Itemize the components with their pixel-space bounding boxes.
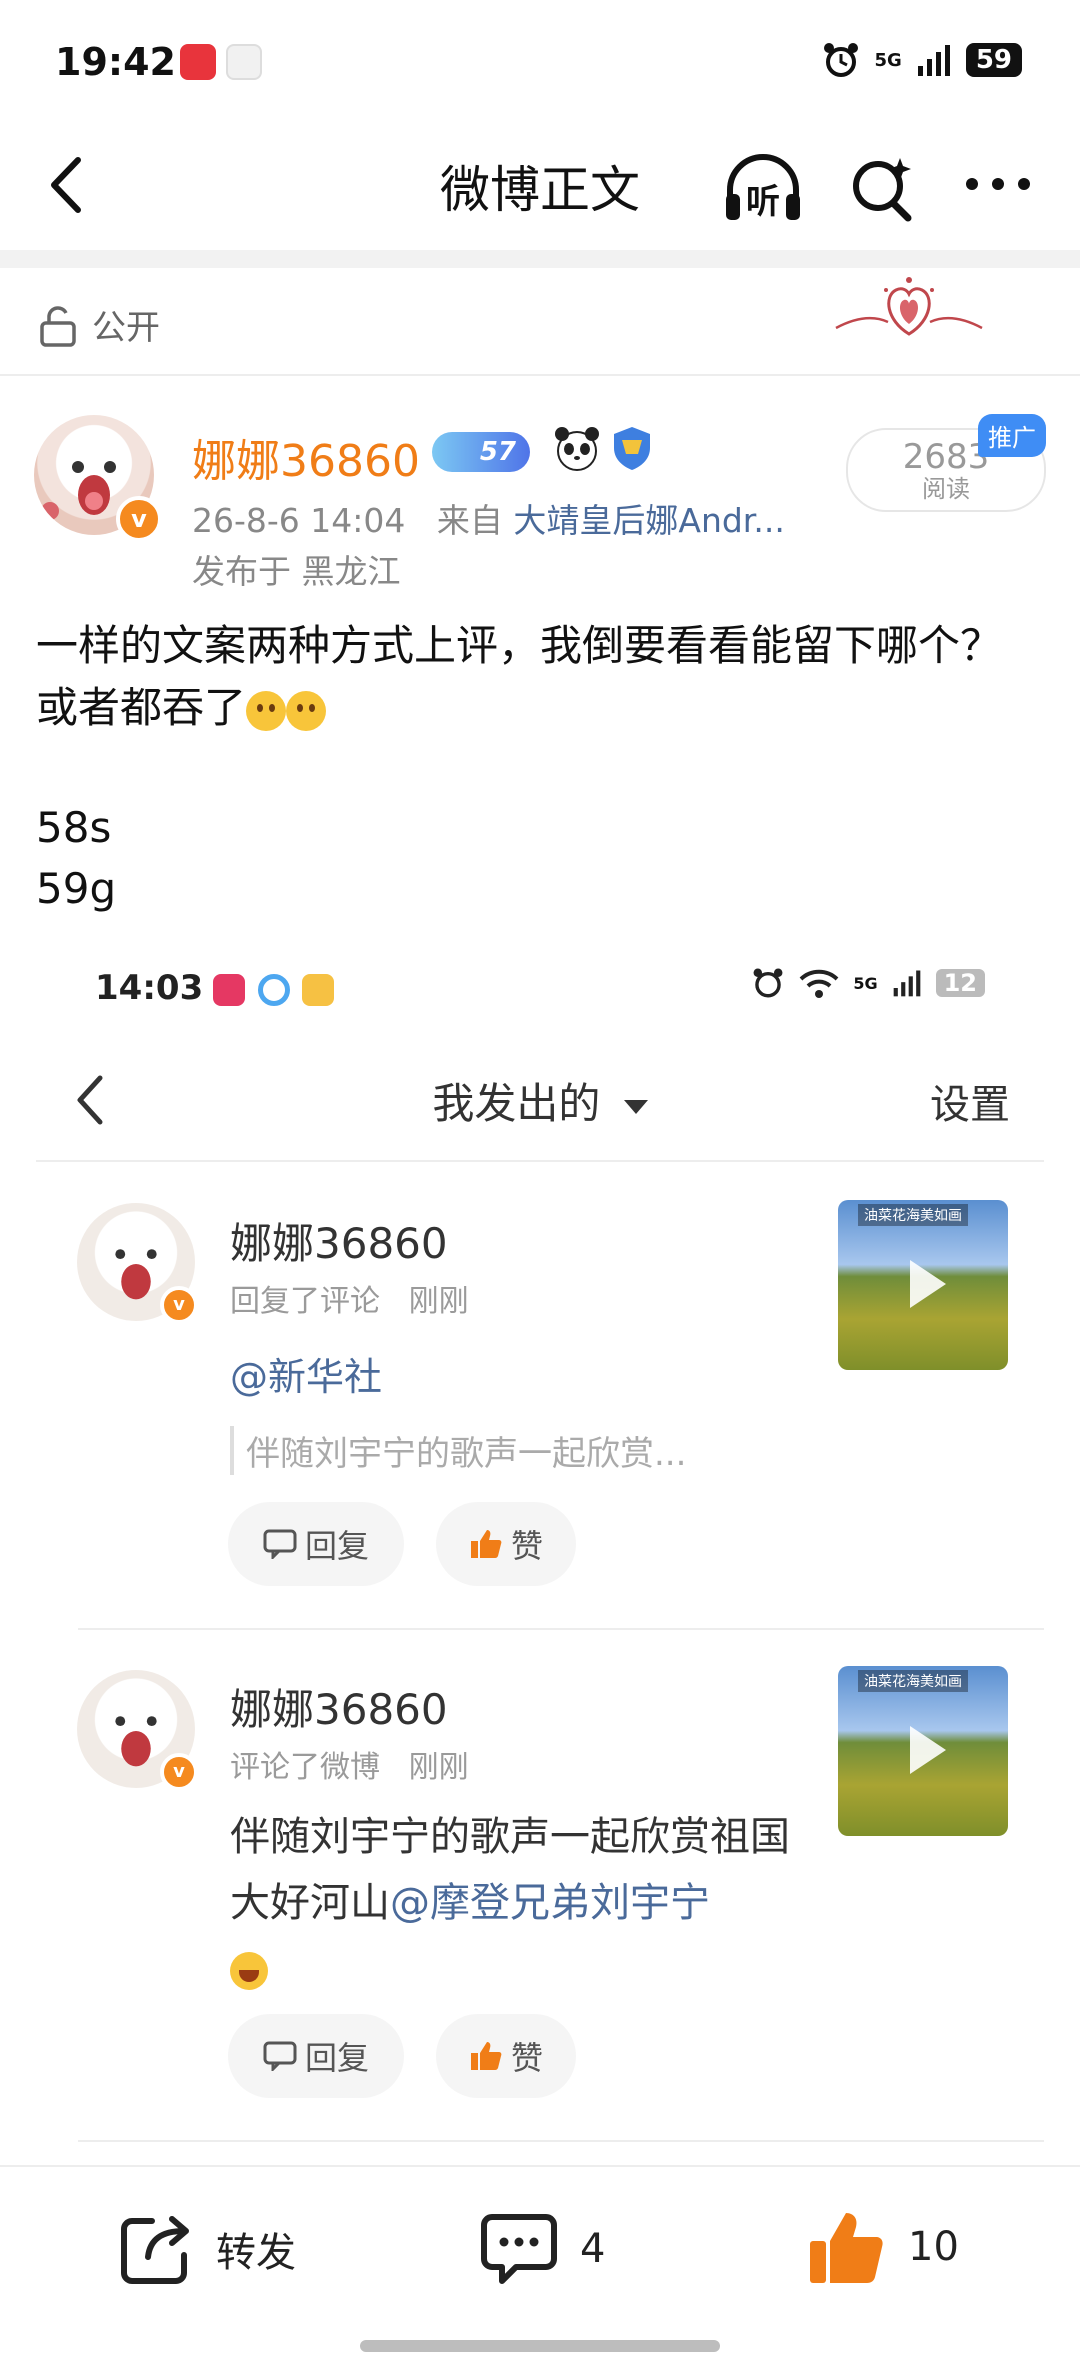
laugh-emoji-icon — [230, 1952, 268, 1990]
card-action: 回复了评论 刚刚 — [230, 1276, 469, 1320]
signal-icon — [917, 45, 950, 76]
divider — [78, 2140, 1044, 2142]
embedded-nav-title[interactable]: 我发出的 — [0, 1070, 1080, 1131]
card-time: 刚刚 — [408, 1284, 469, 1319]
card-body-mention[interactable]: @摩登兄弟刘宇宁 — [390, 1880, 710, 1926]
divider — [36, 1160, 1044, 1162]
app-notification-icon — [213, 974, 245, 1006]
comment-icon — [263, 2041, 297, 2071]
wifi-icon — [799, 969, 839, 998]
thumbs-up-icon — [470, 1530, 502, 1558]
play-icon — [910, 1726, 946, 1774]
unlock-icon — [40, 305, 76, 347]
visibility-label: 公开 — [92, 308, 160, 348]
card-action: 评论了微博 刚刚 — [230, 1742, 469, 1786]
bottom-action-bar: 转发 4 10 — [0, 2165, 1080, 2307]
app-notification-icon — [226, 44, 262, 80]
read-label: 阅读 — [922, 475, 970, 503]
panda-icon — [555, 427, 599, 471]
reply-button[interactable]: 回复 — [228, 1502, 404, 1586]
shield-badge-icon — [614, 427, 650, 470]
card-author[interactable]: 娜娜36860 — [230, 1676, 448, 1737]
verified-badge: v — [160, 1753, 198, 1791]
comment-count: 4 — [580, 2226, 606, 2272]
like-button[interactable]: 10 — [806, 2207, 959, 2287]
like-label: 赞 — [510, 2039, 543, 2077]
post-text: 一样的文案两种方式上评，我倒要看看能留下哪个？或者都吞了 — [36, 615, 1036, 739]
post-meta: 26-8-6 14:04 来自 大靖皇后娜Andr... — [192, 494, 785, 542]
app-notification-icon — [258, 974, 290, 1006]
settings-link[interactable]: 设置 — [930, 1072, 1010, 1130]
post-location: 发布于 黑龙江 — [192, 552, 401, 591]
home-indicator[interactable] — [360, 2340, 720, 2352]
card-body: 伴随刘宇宁的歌声一起欣赏祖国大好河山@摩登兄弟刘宇宁 — [230, 1804, 790, 2002]
source-prefix: 来自 — [436, 501, 503, 540]
more-icon[interactable] — [962, 172, 1034, 196]
listen-label: 听 — [746, 182, 780, 222]
dropdown-caret-icon — [623, 1099, 648, 1114]
post-line: 59g — [36, 864, 117, 913]
status-icons: 5G 59 — [821, 40, 1022, 80]
user-level-value: 57 — [479, 437, 516, 467]
card-quote: 伴随刘宇宁的歌声一起欣赏... — [230, 1426, 686, 1475]
weibo-app-icon — [302, 974, 334, 1006]
thumbnail-caption: 油菜花海美如画 — [858, 1204, 968, 1226]
alarm-icon — [753, 968, 783, 998]
page-title: 微博正文 — [440, 161, 640, 219]
like-count: 10 — [908, 2224, 959, 2270]
section-divider — [0, 250, 1080, 268]
comment-button[interactable]: 4 — [480, 2211, 605, 2287]
smile-emoji-icon — [246, 690, 287, 731]
like-label: 赞 — [510, 1527, 543, 1565]
embedded-status-time: 14:03 — [95, 968, 204, 1008]
app-notification-icon — [180, 44, 216, 80]
embedded-status-icons: 5G 12 — [751, 966, 985, 1000]
verified-badge: v — [160, 1286, 198, 1324]
reply-button[interactable]: 回复 — [228, 2014, 404, 2098]
signal-icon — [893, 970, 920, 997]
card-mention[interactable]: @新华社 — [230, 1346, 382, 1401]
ai-search-icon[interactable] — [848, 152, 916, 224]
status-time: 19:42 — [55, 40, 176, 84]
network-label: 5G — [874, 49, 902, 71]
post-text-content: 一样的文案两种方式上评，我倒要看看能留下哪个？或者都吞了 — [36, 621, 1003, 732]
card-time: 刚刚 — [408, 1750, 469, 1785]
divider — [78, 1628, 1044, 1630]
smile-emoji-icon — [286, 690, 327, 731]
video-thumbnail[interactable]: 油菜花海美如画 — [838, 1666, 1008, 1836]
thumbs-up-icon — [810, 2213, 883, 2283]
reply-label: 回复 — [304, 1527, 369, 1565]
promote-badge[interactable]: 推广 — [978, 414, 1046, 457]
embedded-title-label: 我发出的 — [432, 1079, 601, 1128]
embedded-network-label: 5G — [853, 973, 878, 993]
comment-bubble-icon — [481, 2214, 557, 2284]
like-button[interactable]: 赞 — [436, 1502, 576, 1586]
card-action-text: 回复了评论 — [230, 1284, 380, 1319]
video-thumbnail[interactable]: 油菜花海美如画 — [838, 1200, 1008, 1370]
author-name[interactable]: 娜娜36860 — [192, 425, 420, 489]
post-source-link[interactable]: 大靖皇后娜Andr... — [513, 501, 784, 540]
thumbs-up-icon — [470, 2042, 502, 2070]
visibility-row[interactable]: 公开 — [38, 300, 160, 349]
post-date: 26-8-6 14:04 — [192, 501, 406, 540]
listen-button[interactable]: 听 — [720, 150, 806, 226]
battery-indicator: 59 — [965, 43, 1022, 77]
repost-button[interactable]: 转发 — [118, 2211, 296, 2287]
card-action-text: 评论了微博 — [230, 1750, 380, 1785]
alarm-icon — [823, 43, 858, 77]
decorative-apple-emblem — [835, 277, 983, 336]
comment-icon — [263, 1529, 297, 1559]
play-icon — [910, 1260, 946, 1308]
card-author[interactable]: 娜娜36860 — [230, 1210, 448, 1271]
user-level-badge: 57 — [432, 432, 530, 472]
like-button[interactable]: 赞 — [436, 2014, 576, 2098]
thumbnail-caption: 油菜花海美如画 — [858, 1670, 968, 1692]
post-line: 58s — [36, 803, 112, 852]
reply-label: 回复 — [304, 2039, 369, 2077]
share-icon — [121, 2216, 189, 2284]
embedded-battery: 12 — [935, 969, 985, 997]
repost-label: 转发 — [216, 2230, 296, 2276]
divider — [0, 374, 1080, 376]
verified-badge: v — [116, 496, 162, 542]
